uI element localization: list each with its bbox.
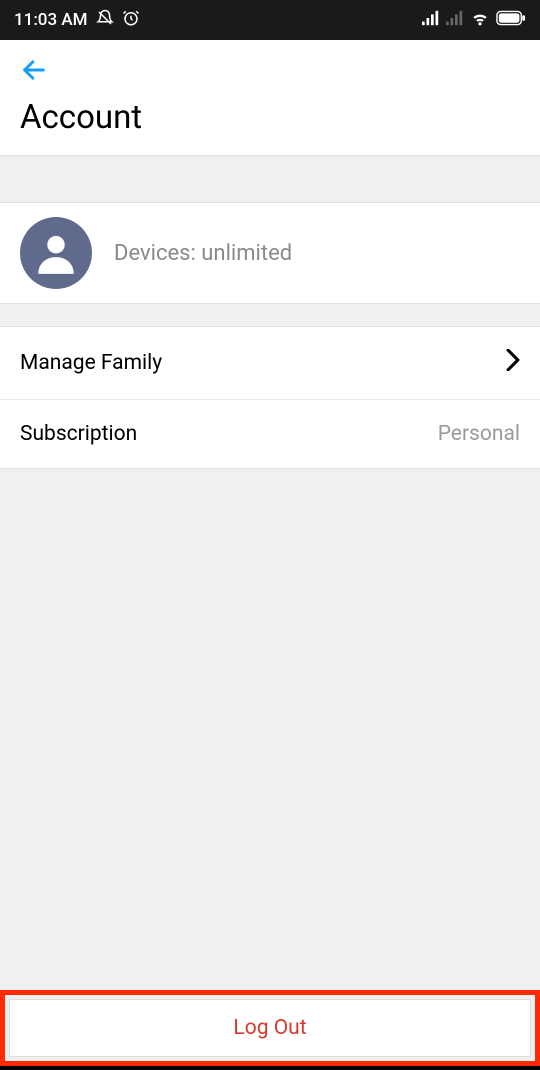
battery-icon bbox=[496, 10, 526, 31]
spacer bbox=[0, 155, 540, 203]
content-fill bbox=[0, 468, 540, 990]
signal-1-icon bbox=[422, 10, 440, 31]
person-icon bbox=[31, 228, 81, 278]
status-right bbox=[422, 10, 526, 31]
avatar bbox=[20, 217, 92, 289]
wifi-icon bbox=[470, 10, 490, 31]
profile-row[interactable]: Devices: unlimited bbox=[0, 203, 540, 303]
header: Account bbox=[0, 40, 540, 155]
status-bar: 11:03 AM bbox=[0, 0, 540, 40]
subscription-value: Personal bbox=[438, 422, 520, 446]
page-title: Account bbox=[20, 98, 520, 137]
logout-button[interactable]: Log Out bbox=[9, 999, 531, 1057]
status-left: 11:03 AM bbox=[14, 9, 140, 32]
chevron-right-icon bbox=[506, 349, 520, 377]
status-time: 11:03 AM bbox=[14, 10, 88, 30]
signal-2-icon bbox=[446, 10, 464, 31]
alarm-icon bbox=[122, 9, 140, 32]
subscription-label: Subscription bbox=[20, 422, 137, 446]
logout-highlight: Log Out bbox=[0, 990, 540, 1066]
subscription-item[interactable]: Subscription Personal bbox=[0, 400, 540, 468]
back-button[interactable] bbox=[20, 56, 48, 84]
spacer bbox=[0, 303, 540, 327]
back-arrow-icon bbox=[20, 56, 48, 84]
manage-family-item[interactable]: Manage Family bbox=[0, 327, 540, 400]
manage-family-label: Manage Family bbox=[20, 351, 162, 375]
bottom-strip bbox=[0, 1066, 540, 1070]
devices-label: Devices: unlimited bbox=[114, 241, 292, 266]
notification-muted-icon bbox=[96, 9, 114, 32]
